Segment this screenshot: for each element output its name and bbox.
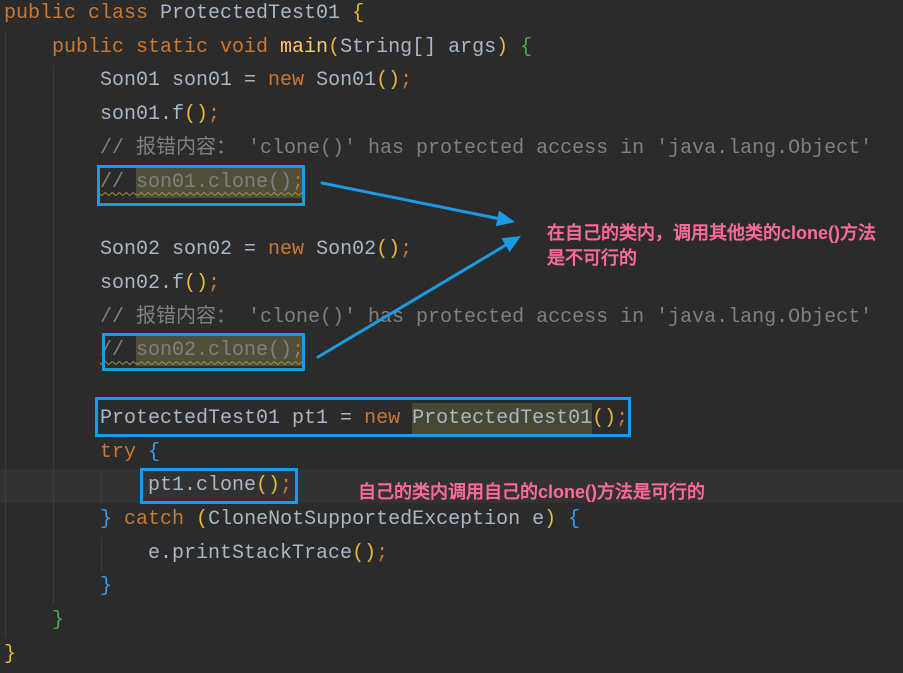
code-line[interactable]: e.printStackTrace(); [0, 537, 903, 571]
code-token: Son01 [316, 69, 377, 93]
code-token: pt1.clone [4, 474, 257, 498]
code-token: Son02 [316, 238, 377, 262]
code-token: new [268, 69, 317, 93]
code-token: ; [400, 69, 413, 93]
code-token: Son02 son02 = [4, 238, 269, 262]
code-line[interactable] [0, 368, 903, 402]
code-token: ; [376, 541, 389, 565]
code-line[interactable]: try { [0, 436, 903, 470]
code-token: ; [616, 406, 629, 430]
code-token: try [4, 440, 137, 464]
code-line[interactable]: public static void main(String[] args) { [0, 31, 903, 65]
code-line[interactable]: // son02.clone(); [0, 334, 903, 368]
code-token: new [268, 238, 317, 262]
code-token: son01.clone(); [136, 166, 305, 198]
annotation-note-line: 在自己的类内，调用其他类的clone()方法 [547, 223, 876, 243]
code-token: String[] args [340, 35, 497, 59]
code-token: ; [208, 103, 221, 127]
code-token: () [592, 406, 617, 430]
code-line[interactable]: // 报错内容： 'clone()' has protected access … [0, 301, 903, 335]
code-token: son01.f [4, 103, 185, 127]
code-token: } [4, 609, 65, 633]
annotation-note-other-class: 在自己的类内，调用其他类的clone()方法 是不可行的 [547, 221, 876, 271]
code-token: ( [196, 508, 209, 532]
code-token: e.printStackTrace [4, 541, 353, 565]
code-line[interactable]: // 报错内容： 'clone()' has protected access … [0, 132, 903, 166]
code-token: ProtectedTest01 [160, 2, 353, 25]
code-token: } [4, 642, 17, 666]
annotation-note-line: 是不可行的 [547, 248, 637, 268]
code-token: { [556, 508, 581, 532]
code-line[interactable]: ProtectedTest01 pt1 = new ProtectedTest0… [0, 402, 903, 436]
code-line[interactable]: // son01.clone(); [0, 166, 903, 200]
code-token: main [280, 35, 329, 59]
code-token: ( [328, 35, 341, 59]
code-token: Son01 son01 = [4, 69, 269, 93]
code-token: ProtectedTest01 [412, 402, 593, 434]
code-token: ProtectedTest01 pt1 = [4, 406, 365, 430]
annotation-note-own-class: 自己的类内调用自己的clone()方法是可行的 [358, 482, 705, 502]
code-token: () [376, 69, 401, 93]
code-token: ; [400, 238, 413, 262]
code-token: { [352, 2, 365, 25]
code-token: } [4, 508, 113, 532]
code-token: // [100, 170, 137, 194]
code-token: () [184, 103, 209, 127]
code-line[interactable]: public class ProtectedTest01 { [0, 0, 903, 31]
code-token: () [256, 474, 281, 498]
code-token: // 报错内容： 'clone()' has protected access … [4, 136, 873, 160]
code-token: catch [112, 508, 197, 532]
code-token: CloneNotSupportedException e [208, 508, 545, 532]
code-token: ; [280, 474, 293, 498]
code-token: public class [4, 2, 161, 25]
code-token: son02.f [4, 271, 185, 295]
code-line[interactable]: Son01 son01 = new Son01(); [0, 64, 903, 98]
code-token: () [376, 238, 401, 262]
code-token: ) [496, 35, 509, 59]
code-line[interactable]: son02.f(); [0, 267, 903, 301]
code-token: () [184, 271, 209, 295]
code-line[interactable]: } [0, 638, 903, 672]
code-token: new [364, 406, 413, 430]
code-token: () [352, 541, 377, 565]
code-line[interactable]: son01.f(); [0, 98, 903, 132]
code-line[interactable]: } [0, 604, 903, 638]
code-token: ; [208, 271, 221, 295]
code-line[interactable]: } catch (CloneNotSupportedException e) { [0, 503, 903, 537]
code-token: ) [544, 508, 557, 532]
code-token: // [100, 339, 137, 363]
code-token: son02.clone(); [136, 335, 305, 367]
code-token: public static void [4, 35, 281, 59]
code-area[interactable]: public class ProtectedTest01 { public st… [0, 0, 903, 672]
code-token: { [136, 440, 161, 464]
code-token: { [508, 35, 533, 59]
code-token: } [4, 575, 113, 599]
code-line[interactable]: } [0, 570, 903, 604]
code-token: // 报错内容： 'clone()' has protected access … [4, 305, 873, 329]
code-editor[interactable]: public class ProtectedTest01 { public st… [0, 0, 903, 673]
